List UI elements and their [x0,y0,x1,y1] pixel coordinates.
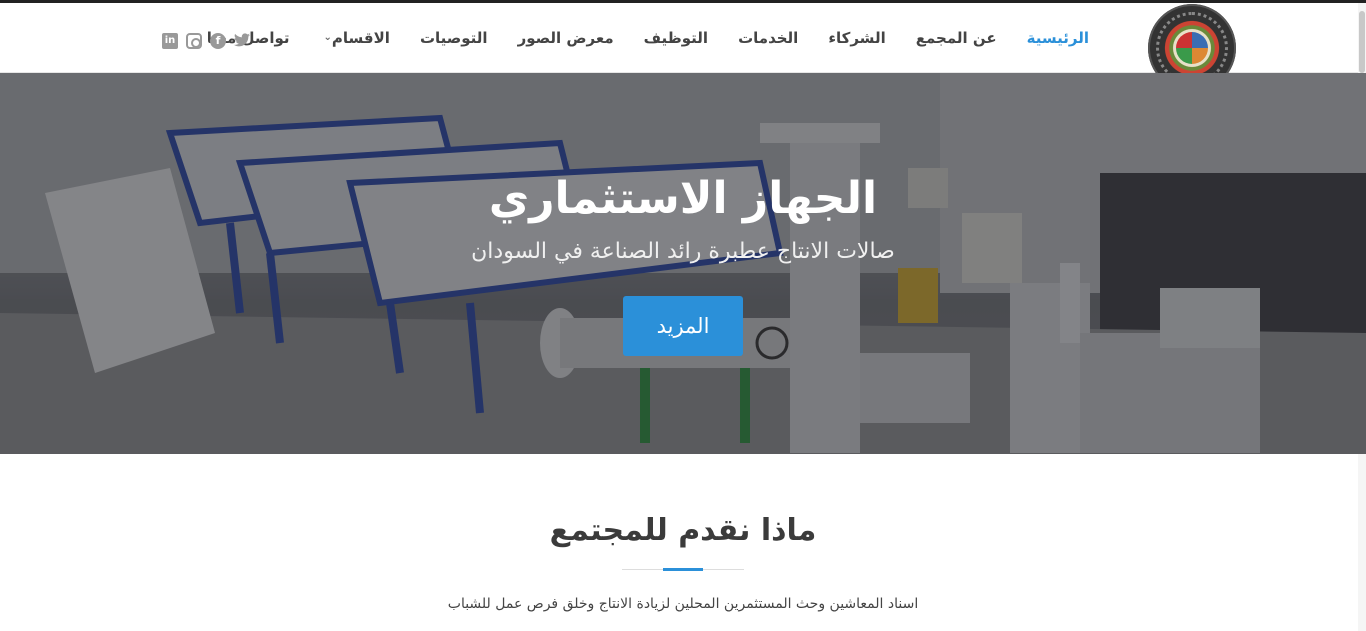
chevron-down-icon: ⌄ [323,32,332,43]
nav-departments-label: الاقسام [331,29,390,47]
section-description: اسناد المعاشين وحث المستثمرين المحلين لز… [447,596,919,612]
nav-about[interactable]: عن المجمع [901,29,1012,47]
nav-gallery[interactable]: معرض الصور [503,29,629,47]
hero-title: الجهاز الاستثماري [488,173,878,224]
social-links: in f [162,33,250,49]
nav-recommendations[interactable]: التوصيات [405,29,503,47]
hero-subtitle: صالات الانتاج عطبرة رائد الصناعة في السو… [471,239,895,264]
twitter-icon[interactable] [234,33,250,49]
nav-jobs[interactable]: التوظيف [629,29,723,47]
linkedin-icon[interactable]: in [162,33,178,49]
scrollbar-thumb[interactable] [1359,11,1365,73]
nav-departments[interactable]: الاقسام⌄ [305,29,405,47]
section-title: ماذا نقدم للمجتمع [549,513,817,548]
nav-home[interactable]: الرئيسية [1012,29,1104,47]
nav-services[interactable]: الخدمات [723,29,813,47]
facebook-icon[interactable]: f [210,33,226,49]
logo-emblem [1176,32,1208,64]
main-nav: الرئيسية عن المجمع الشركاء الخدمات التوظ… [192,3,1104,73]
more-button[interactable]: المزيد [623,296,743,356]
instagram-icon[interactable] [186,33,202,49]
nav-partners[interactable]: الشركاء [813,29,900,47]
site-header: الرئيسية عن المجمع الشركاء الخدمات التوظ… [0,3,1358,92]
section-divider-accent [663,568,703,571]
hero-banner: الجهاز الاستثماري صالات الانتاج عطبرة را… [0,73,1366,454]
